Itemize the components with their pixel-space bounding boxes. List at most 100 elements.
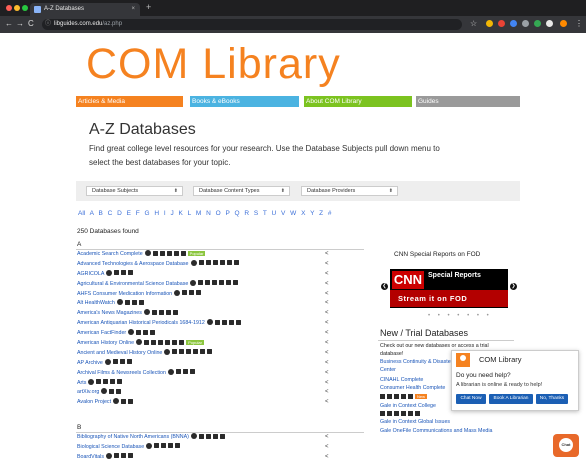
share-icon[interactable]: < xyxy=(325,388,329,398)
extension-icon[interactable] xyxy=(522,20,529,27)
nav-articles-media[interactable]: Articles & Media xyxy=(76,96,183,107)
alphabet-filter[interactable]: All A B C D E F G H I J K L M N O P Q R … xyxy=(78,210,332,217)
info-icon[interactable] xyxy=(106,452,112,459)
database-link[interactable]: Agricultural & Environmental Science Dat… xyxy=(77,281,188,287)
database-providers-select[interactable]: Database Providers ⬍ xyxy=(301,186,398,196)
bookmark-star-icon[interactable]: ☆ xyxy=(470,19,477,28)
database-link[interactable]: Bibliography of Native North Americans (… xyxy=(77,434,189,440)
reload-button[interactable]: C xyxy=(28,19,34,28)
database-link[interactable]: Archival Films & Newsreels Collection xyxy=(77,370,166,376)
database-link[interactable]: Advanced Technologies & Aerospace Databa… xyxy=(77,261,189,267)
database-content-types-select[interactable]: Database Content Types ⬍ xyxy=(193,186,290,196)
chat-now-button[interactable]: Chat Now xyxy=(456,394,486,404)
new-db-link[interactable]: Consumer Health Complete xyxy=(380,384,445,392)
info-icon[interactable] xyxy=(146,442,153,449)
info-icon[interactable] xyxy=(143,309,150,316)
extension-icon[interactable] xyxy=(498,20,505,27)
share-icon[interactable]: < xyxy=(325,369,329,379)
info-icon[interactable] xyxy=(164,348,171,355)
address-bar[interactable]: ⓘ libguides.com.edu/az.php xyxy=(42,19,462,30)
share-icon[interactable]: < xyxy=(325,270,329,280)
close-window-icon[interactable] xyxy=(6,5,12,11)
profile-avatar[interactable] xyxy=(560,20,567,27)
forward-button[interactable]: → xyxy=(16,19,24,28)
nav-about-com-library[interactable]: About COM Library xyxy=(304,96,412,107)
extension-icon[interactable] xyxy=(534,20,541,27)
share-icon[interactable]: < xyxy=(325,379,329,389)
nav-guides[interactable]: Guides xyxy=(416,96,520,107)
site-logo[interactable]: COM Library xyxy=(86,40,341,89)
share-icon[interactable]: < xyxy=(325,260,329,270)
database-link[interactable]: Avalon Project xyxy=(77,399,111,405)
info-icon[interactable] xyxy=(167,368,174,375)
info-icon[interactable] xyxy=(206,319,213,326)
new-tab-button[interactable]: + xyxy=(146,2,151,12)
minimize-window-icon[interactable] xyxy=(14,5,20,11)
nav-books-ebooks[interactable]: Books & eBooks xyxy=(190,96,299,107)
info-icon[interactable] xyxy=(190,433,197,439)
book-librarian-button[interactable]: Book A Librarian xyxy=(489,394,533,404)
share-icon[interactable]: < xyxy=(325,443,329,453)
share-icon[interactable]: < xyxy=(325,339,329,349)
info-icon[interactable] xyxy=(113,398,120,405)
maximize-window-icon[interactable] xyxy=(22,5,28,11)
info-icon[interactable] xyxy=(106,269,113,276)
site-info-icon[interactable]: ⓘ xyxy=(45,19,51,30)
extension-icon[interactable] xyxy=(510,20,517,27)
database-link[interactable]: America's News Magazines xyxy=(77,310,142,316)
share-icon[interactable]: < xyxy=(325,453,329,463)
new-db-link[interactable]: Gale in Context Global Issues xyxy=(380,418,450,426)
new-db-link[interactable]: Center xyxy=(380,366,396,374)
browser-menu-icon[interactable]: ⋮ xyxy=(575,19,583,28)
database-link[interactable]: Academic Search Complete xyxy=(77,251,143,257)
info-icon[interactable] xyxy=(128,329,135,336)
share-icon[interactable]: < xyxy=(325,329,329,339)
share-icon[interactable]: < xyxy=(325,290,329,300)
chat-bubble-button[interactable]: Chat xyxy=(553,434,579,457)
database-link[interactable]: artXiv.org xyxy=(77,389,99,395)
browser-tab[interactable]: A-Z Databases × xyxy=(30,3,140,16)
share-icon[interactable]: < xyxy=(325,433,329,443)
extension-icon[interactable] xyxy=(486,20,493,27)
extension-icon[interactable] xyxy=(546,20,553,27)
database-link[interactable]: American FactFinder xyxy=(77,330,126,336)
cnn-banner[interactable]: CNN Special Reports Stream it on FOD xyxy=(390,269,508,308)
share-icon[interactable]: < xyxy=(325,359,329,369)
back-button[interactable]: ← xyxy=(5,19,13,28)
share-icon[interactable]: < xyxy=(325,319,329,329)
share-icon[interactable]: < xyxy=(325,349,329,359)
share-icon[interactable]: < xyxy=(325,299,329,309)
database-link[interactable]: American Antiquarian Historical Periodic… xyxy=(77,320,205,326)
info-icon[interactable] xyxy=(144,250,151,256)
info-icon[interactable] xyxy=(116,299,123,306)
database-link[interactable]: Ancient and Medieval History Online xyxy=(77,350,162,356)
new-db-link[interactable]: Gale in Context College xyxy=(380,402,436,410)
info-icon[interactable] xyxy=(190,279,197,286)
carousel-dots[interactable]: • • • • • • • xyxy=(428,313,492,319)
info-icon[interactable] xyxy=(190,259,197,266)
database-link[interactable]: AGRICOLA xyxy=(77,271,104,277)
tab-close-icon[interactable]: × xyxy=(131,3,135,16)
share-icon[interactable]: < xyxy=(325,398,329,408)
database-link[interactable]: American History Online xyxy=(77,340,134,346)
share-icon[interactable]: < xyxy=(325,250,329,260)
new-db-link[interactable]: CINAHL Complete xyxy=(380,376,423,384)
share-icon[interactable]: < xyxy=(325,309,329,319)
new-db-link[interactable]: Gale OneFile Communications and Mass Med… xyxy=(380,427,492,435)
no-thanks-button[interactable]: No, Thanks xyxy=(536,394,568,404)
database-link[interactable]: Biological Science Database xyxy=(77,444,144,450)
database-link[interactable]: AP Archive xyxy=(77,360,103,366)
info-icon[interactable] xyxy=(136,339,143,346)
info-icon[interactable] xyxy=(104,358,111,365)
share-icon[interactable]: < xyxy=(325,280,329,290)
carousel-next-icon[interactable]: ❯ xyxy=(510,283,517,290)
database-subjects-select[interactable]: Database Subjects ⬍ xyxy=(86,186,183,196)
info-icon[interactable] xyxy=(174,289,181,296)
database-link[interactable]: Arts xyxy=(77,380,86,386)
database-link[interactable]: Alt HealthWatch xyxy=(77,300,115,306)
info-icon[interactable] xyxy=(101,388,108,395)
database-link[interactable]: BoardVitals xyxy=(77,454,104,460)
info-icon[interactable] xyxy=(88,378,95,385)
database-link[interactable]: AHFS Consumer Medication Information xyxy=(77,291,172,297)
carousel-prev-icon[interactable]: ❮ xyxy=(381,283,388,290)
